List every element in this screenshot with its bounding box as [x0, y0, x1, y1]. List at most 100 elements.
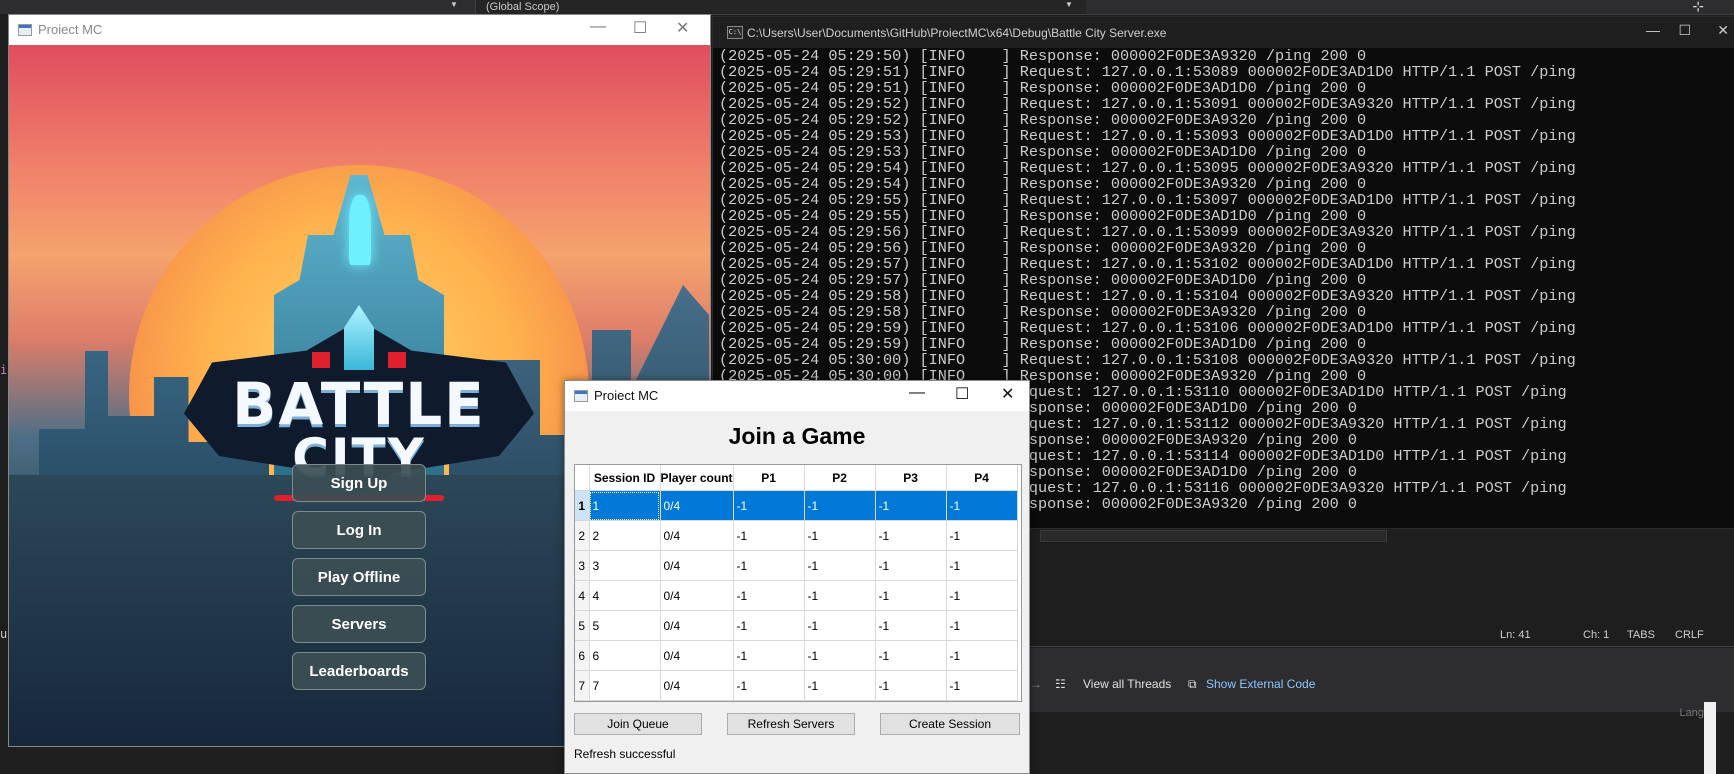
- row-header[interactable]: 1: [575, 490, 590, 521]
- column-header-session-id[interactable]: Session ID: [589, 465, 661, 491]
- table-cell[interactable]: -1: [875, 490, 947, 521]
- table-cell[interactable]: -1: [733, 670, 805, 701]
- table-cell[interactable]: 1: [589, 490, 661, 521]
- table-cell[interactable]: -1: [804, 640, 876, 671]
- console-line: (2025-05-24 05:29:52) [INFO ] Request: 1…: [719, 95, 1576, 113]
- table-cell[interactable]: -1: [804, 520, 876, 551]
- maximize-icon[interactable]: ☐: [633, 18, 647, 38]
- table-cell[interactable]: 0/4: [660, 520, 734, 551]
- table-cell[interactable]: -1: [875, 580, 947, 611]
- table-row[interactable]: 7 7 0/4 -1 -1 -1 -1: [575, 670, 1018, 701]
- corner-header[interactable]: [575, 465, 590, 491]
- table-cell[interactable]: -1: [946, 640, 1018, 671]
- scope-dropdown[interactable]: (Global Scope): [475, 0, 1086, 14]
- column-header-p4[interactable]: P4: [946, 465, 1018, 491]
- minimize-icon[interactable]: —: [590, 18, 606, 36]
- table-cell[interactable]: 0/4: [660, 640, 734, 671]
- table-cell[interactable]: -1: [733, 550, 805, 581]
- close-icon[interactable]: ✕: [676, 18, 689, 38]
- threads-icon[interactable]: ☷: [1055, 677, 1066, 691]
- close-icon[interactable]: ✕: [1001, 384, 1014, 404]
- table-cell[interactable]: 2: [589, 520, 661, 551]
- join-queue-button[interactable]: Join Queue: [574, 713, 702, 735]
- close-icon[interactable]: ✕: [1717, 22, 1729, 39]
- table-cell[interactable]: -1: [946, 610, 1018, 641]
- arrow-right-icon[interactable]: →: [1030, 677, 1042, 691]
- table-cell[interactable]: -1: [875, 550, 947, 581]
- row-header[interactable]: 2: [575, 520, 590, 551]
- table-cell[interactable]: -1: [733, 490, 805, 521]
- external-code-icon[interactable]: ⧉: [1188, 677, 1197, 692]
- table-cell[interactable]: 0/4: [660, 580, 734, 611]
- table-cell[interactable]: -1: [946, 580, 1018, 611]
- vertical-scrollbar[interactable]: [1704, 702, 1716, 774]
- dropdown-arrow-icon[interactable]: ▼: [1065, 0, 1073, 9]
- row-header[interactable]: 3: [575, 550, 590, 581]
- minimize-icon[interactable]: —: [909, 384, 925, 402]
- table-cell[interactable]: -1: [804, 580, 876, 611]
- split-icon[interactable]: ⊹: [1692, 0, 1704, 15]
- table-cell[interactable]: 3: [589, 550, 661, 581]
- table-row[interactable]: 5 5 0/4 -1 -1 -1 -1: [575, 610, 1018, 641]
- table-cell[interactable]: -1: [804, 550, 876, 581]
- dropdown-arrow-icon[interactable]: ▼: [450, 0, 458, 9]
- minimize-icon[interactable]: —: [1646, 22, 1660, 38]
- table-row[interactable]: 4 4 0/4 -1 -1 -1 -1: [575, 580, 1018, 611]
- table-cell[interactable]: -1: [875, 610, 947, 641]
- table-cell[interactable]: 0/4: [660, 670, 734, 701]
- row-header[interactable]: 5: [575, 610, 590, 641]
- play-offline-button[interactable]: Play Offline: [292, 558, 426, 596]
- table-row[interactable]: 2 2 0/4 -1 -1 -1 -1: [575, 520, 1018, 551]
- table-cell[interactable]: 5: [589, 610, 661, 641]
- window-title: Proiect MC: [38, 22, 103, 37]
- row-header[interactable]: 7: [575, 670, 590, 701]
- column-header-p2[interactable]: P2: [804, 465, 876, 491]
- show-external-code-button[interactable]: Show External Code: [1206, 677, 1315, 691]
- table-row[interactable]: 6 6 0/4 -1 -1 -1 -1: [575, 640, 1018, 671]
- row-header[interactable]: 6: [575, 640, 590, 671]
- refresh-servers-button[interactable]: Refresh Servers: [727, 713, 855, 735]
- console-line: (2025-05-24 05:29:52) [INFO ] Response: …: [719, 111, 1367, 129]
- join-game-window: Proiect MC — ☐ ✕ Join a Game Session ID …: [564, 380, 1030, 774]
- table-cell[interactable]: -1: [733, 520, 805, 551]
- table-cell[interactable]: -1: [946, 520, 1018, 551]
- maximize-icon[interactable]: ☐: [955, 384, 969, 404]
- table-cell[interactable]: -1: [804, 670, 876, 701]
- sessions-table[interactable]: Session ID Player count P1 P2 P3 P4 1 1 0/…: [574, 464, 1022, 702]
- create-session-button[interactable]: Create Session: [880, 713, 1020, 735]
- table-cell[interactable]: -1: [804, 610, 876, 641]
- view-all-threads-button[interactable]: View all Threads: [1083, 677, 1171, 691]
- tabs-indicator[interactable]: TABS: [1627, 629, 1655, 641]
- column-header-p1[interactable]: P1: [733, 465, 805, 491]
- table-cell[interactable]: -1: [946, 490, 1018, 521]
- table-row[interactable]: 3 3 0/4 -1 -1 -1 -1: [575, 550, 1018, 581]
- log-in-button[interactable]: Log In: [292, 511, 426, 549]
- table-cell[interactable]: -1: [733, 580, 805, 611]
- maximize-icon[interactable]: ☐: [1678, 22, 1691, 39]
- logo-accent: [388, 352, 406, 368]
- table-cell[interactable]: 7: [589, 670, 661, 701]
- leaderboards-button[interactable]: Leaderboards: [292, 652, 426, 690]
- table-row[interactable]: 1 1 0/4 -1 -1 -1 -1: [575, 490, 1018, 521]
- column-header-player-count[interactable]: Player count: [660, 465, 734, 491]
- table-cell[interactable]: -1: [875, 640, 947, 671]
- table-cell[interactable]: -1: [946, 670, 1018, 701]
- table-cell[interactable]: -1: [733, 610, 805, 641]
- table-cell[interactable]: 6: [589, 640, 661, 671]
- table-cell[interactable]: -1: [875, 520, 947, 551]
- column-header-p3[interactable]: P3: [875, 465, 947, 491]
- console-line: (2025-05-24 05:29:54) [INFO ] Response: …: [719, 175, 1367, 193]
- sign-up-button[interactable]: Sign Up: [292, 464, 426, 502]
- servers-button[interactable]: Servers: [292, 605, 426, 643]
- table-cell[interactable]: -1: [804, 490, 876, 521]
- table-cell[interactable]: -1: [733, 640, 805, 671]
- row-header[interactable]: 4: [575, 580, 590, 611]
- table-cell[interactable]: 0/4: [660, 490, 734, 521]
- table-cell[interactable]: -1: [875, 670, 947, 701]
- table-cell[interactable]: 4: [589, 580, 661, 611]
- table-cell[interactable]: -1: [946, 550, 1018, 581]
- table-cell[interactable]: 0/4: [660, 610, 734, 641]
- table-cell[interactable]: 0/4: [660, 550, 734, 581]
- eol-indicator[interactable]: CRLF: [1675, 629, 1704, 641]
- horizontal-scrollbar[interactable]: [1040, 530, 1387, 542]
